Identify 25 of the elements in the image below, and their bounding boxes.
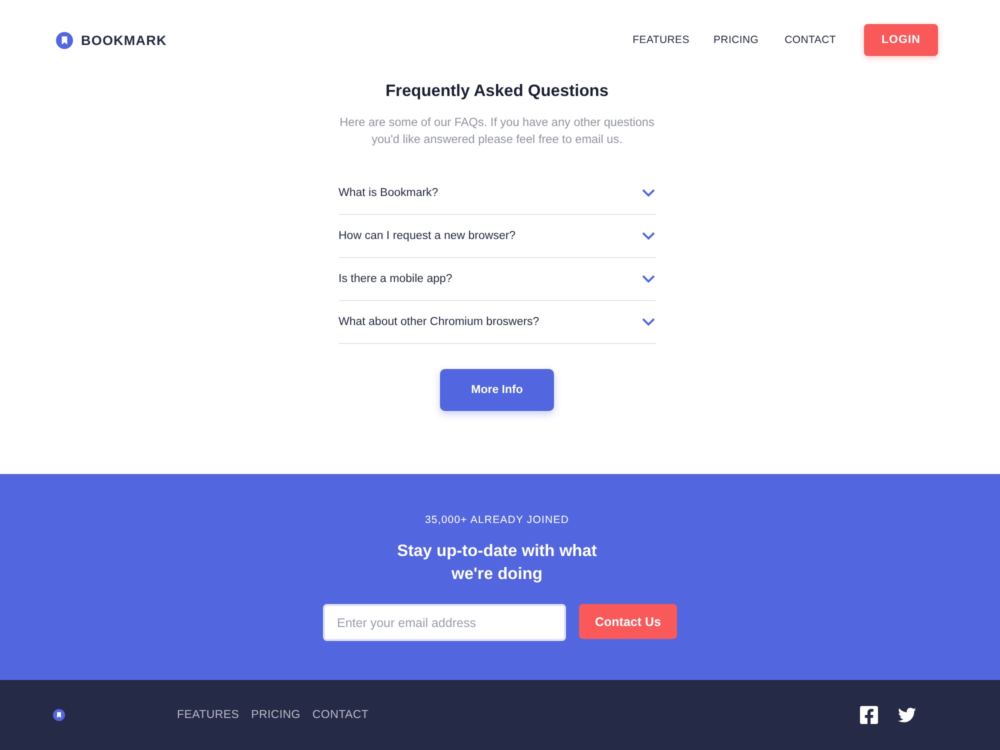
email-field[interactable]: Enter your email address [323, 604, 566, 641]
faq-item[interactable]: How can I request a new browser? [338, 215, 656, 258]
joined-counter: 35,000+ ALREADY JOINED [424, 513, 570, 527]
twitter-icon[interactable] [898, 706, 916, 724]
faq-question: What about other Chromium broswers? [338, 316, 540, 328]
logo-wordmark: BOOKMARK [81, 32, 167, 48]
bookmark-logo-icon [56, 32, 73, 48]
faq-item[interactable]: What about other Chromium broswers? [338, 301, 656, 344]
faq-question: Is there a mobile app? [338, 272, 452, 284]
signup-heading: Stay up-to-date with what we're doing [396, 541, 598, 585]
more-info-button[interactable]: More Info [440, 369, 554, 411]
faq-question: How can I request a new browser? [338, 230, 516, 242]
footer-nav-link[interactable]: CONTACT [312, 709, 369, 721]
nav-link[interactable]: CONTACT [784, 34, 836, 46]
footer-nav-link[interactable]: PRICING [251, 709, 300, 721]
faq-item[interactable]: What is Bookmark? [338, 172, 656, 215]
footer-nav-link[interactable]: FEATURES [177, 709, 240, 721]
faq-question: What is Bookmark? [338, 186, 438, 198]
faq-subtitle: Here are some of our FAQs. If you have any other questions you'd like answered please feel free to email us. [338, 114, 656, 148]
nav-link[interactable]: PRICING [713, 34, 759, 46]
faq-title: Frequently Asked Questions [385, 81, 609, 102]
faq-item[interactable]: Is there a mobile app? [338, 258, 656, 301]
nav-link[interactable]: FEATURES [632, 34, 690, 46]
bookmark-logo-icon [53, 709, 65, 721]
facebook-icon[interactable] [860, 706, 878, 724]
